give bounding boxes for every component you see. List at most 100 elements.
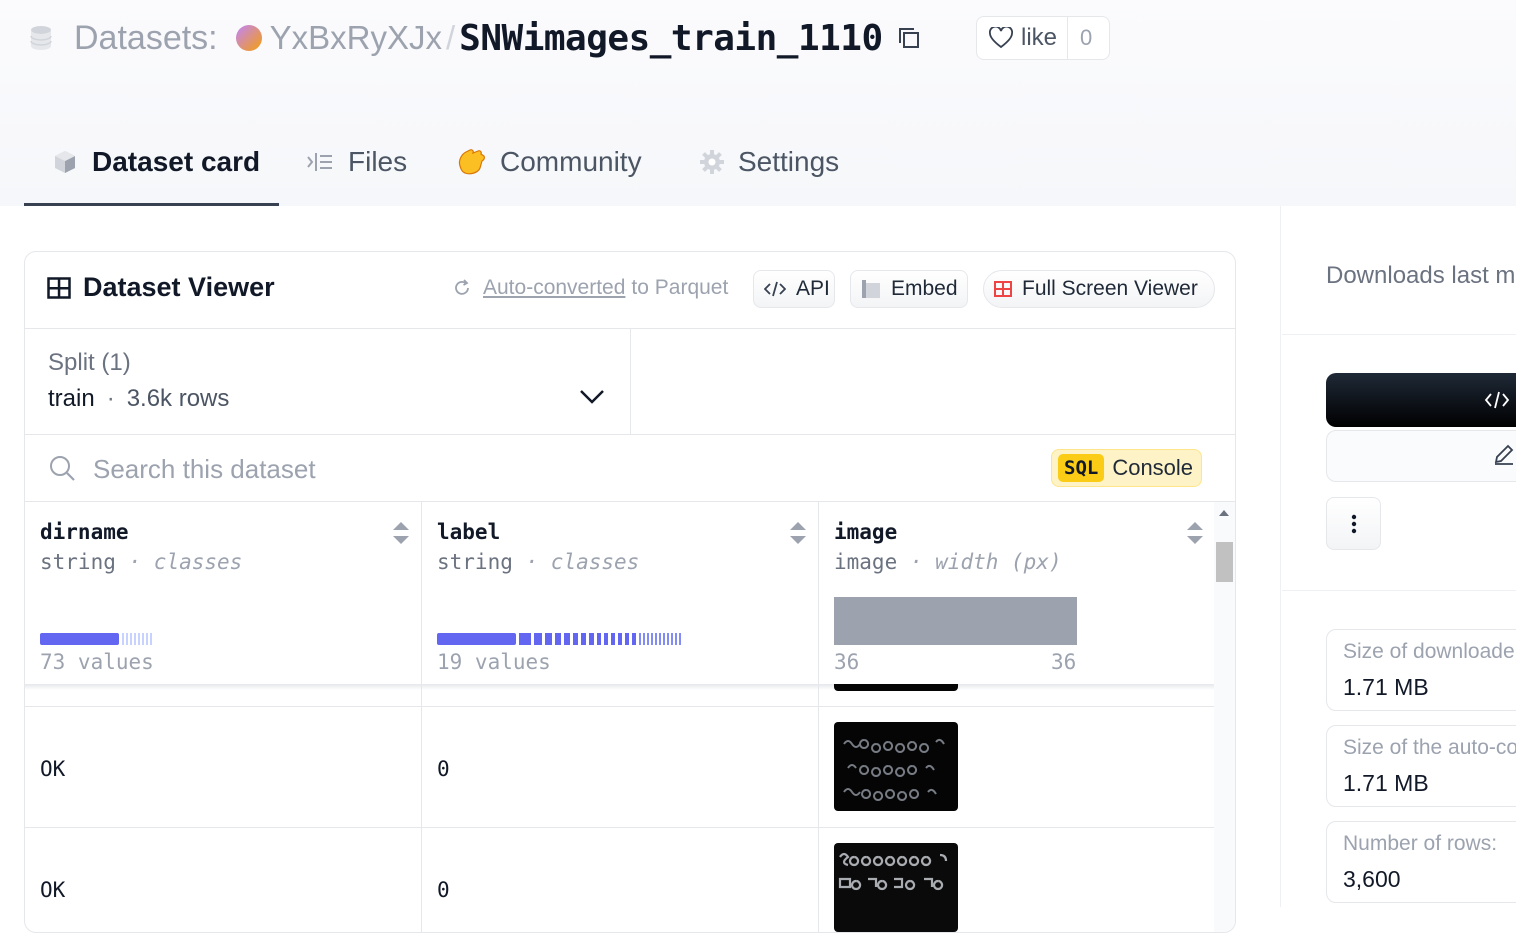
cell-dirname: OK <box>40 757 66 781</box>
sort-icon[interactable] <box>1185 520 1205 546</box>
stat-label: Size of the auto-co <box>1343 736 1516 759</box>
like-count: 0 <box>1080 25 1093 50</box>
column-header-dirname[interactable]: dirname string · classes 73 values <box>25 502 421 684</box>
column-name: image <box>834 520 898 544</box>
column-header-label[interactable]: label string · classes 19 values <box>422 502 818 684</box>
embed-icon <box>862 280 880 298</box>
image-thumbnail[interactable] <box>834 843 958 932</box>
auto-converted-link[interactable]: Auto-converted <box>483 276 625 300</box>
breadcrumb-org[interactable]: YxBxRyXJx <box>270 19 442 57</box>
heart-icon <box>989 27 1013 49</box>
sql-console-label: Console <box>1112 455 1194 480</box>
stat-value: 1.71 MB <box>1343 770 1429 796</box>
sidebar-rule <box>1282 590 1516 591</box>
histogram-dirname[interactable] <box>40 632 160 646</box>
stat-card-parquet-size: Size of the auto-co 1.71 MB <box>1326 725 1516 807</box>
database-icon <box>30 26 52 50</box>
stat-label: Size of downloade <box>1343 640 1515 663</box>
cell-label: 0 <box>437 757 450 781</box>
sql-tag: SQL <box>1058 454 1105 482</box>
refresh-icon <box>455 279 469 295</box>
org-avatar[interactable] <box>235 25 262 51</box>
cube-icon <box>55 151 75 173</box>
tab-label: Community <box>500 146 642 177</box>
copy-icon[interactable] <box>897 26 921 50</box>
embed-button[interactable]: Embed <box>850 270 968 308</box>
search-input[interactable] <box>91 449 695 489</box>
downloads-label: Downloads last m <box>1326 262 1516 289</box>
column-max: 36 <box>1051 650 1077 674</box>
scroll-up-icon[interactable] <box>1218 508 1230 518</box>
sql-console-button[interactable]: SQL Console <box>1051 449 1203 487</box>
column-type: image · width (px) <box>834 550 1062 574</box>
tab-label: Dataset card <box>92 146 261 177</box>
stat-card-row-count: Number of rows: 3,600 <box>1326 821 1516 903</box>
column-type: string · classes <box>437 550 640 574</box>
image-thumbnail[interactable] <box>834 722 958 811</box>
split-row-count: 3.6k rows <box>126 385 230 412</box>
auto-converted-note: Auto-converted to Parquet <box>453 276 728 300</box>
viewer-title-text: Dataset Viewer <box>83 272 275 302</box>
column-header-image[interactable]: image image · width (px) 36 36 <box>819 502 1214 684</box>
use-dataset-button[interactable] <box>1326 373 1516 427</box>
column-name: dirname <box>40 520 129 544</box>
breadcrumb-separator: / <box>446 19 456 56</box>
column-type: string · classes <box>40 550 243 574</box>
gear-icon <box>700 150 724 174</box>
edit-dataset-card-button[interactable] <box>1326 430 1516 482</box>
auto-converted-text: to Parquet <box>631 276 729 299</box>
tab-label: Files <box>348 146 408 177</box>
column-stat: 73 values <box>40 650 154 674</box>
api-button[interactable]: API <box>753 270 835 308</box>
like-label: like <box>1021 24 1058 51</box>
scrollbar-thumb[interactable] <box>1216 542 1233 582</box>
partial-image-thumbnail <box>834 684 958 691</box>
api-label: API <box>796 277 830 300</box>
histogram-image-width[interactable] <box>834 597 1077 645</box>
stat-value: 3,600 <box>1343 866 1401 892</box>
tab-dataset-card[interactable]: Dataset card <box>52 140 260 184</box>
like-button[interactable]: like 0 <box>976 16 1110 60</box>
more-options-button[interactable] <box>1326 497 1381 550</box>
breadcrumb: Datasets: YxBxRyXJx / SNWimages_train_11… <box>30 12 921 64</box>
histogram-label[interactable] <box>437 632 687 646</box>
split-right-area <box>631 329 1235 435</box>
sidebar-divider <box>1280 206 1281 907</box>
cell-dirname: OK <box>40 878 66 902</box>
table-row[interactable]: OK 0 <box>25 707 1214 827</box>
search-bar: SQL Console <box>25 435 1235 502</box>
split-name: train <box>48 385 95 412</box>
tab-settings[interactable]: Settings <box>700 140 839 184</box>
split-label: Split (1) <box>48 349 131 376</box>
dataset-name[interactable]: SNWimages_train_1110 <box>459 18 883 59</box>
sort-icon[interactable] <box>788 520 808 546</box>
split-value: train · 3.6k rows <box>48 385 229 413</box>
cell-label: 0 <box>437 878 450 902</box>
split-dot: · <box>106 385 115 412</box>
stat-value: 1.71 MB <box>1343 674 1429 700</box>
files-icon <box>307 153 332 171</box>
header-shadow <box>25 684 1214 690</box>
table-icon <box>47 276 71 299</box>
active-tab-indicator <box>24 203 279 206</box>
sidebar-rule <box>1282 334 1516 335</box>
split-selector[interactable]: Split (1) train · 3.6k rows <box>25 329 631 435</box>
clapping-hands-icon <box>458 149 485 175</box>
stat-card-download-size: Size of downloade 1.71 MB <box>1326 629 1516 711</box>
full-screen-viewer-button[interactable]: Full Screen Viewer <box>983 270 1215 308</box>
table-row[interactable]: OK 0 <box>25 828 1214 932</box>
stat-label: Number of rows: <box>1343 832 1498 855</box>
tab-label: Settings <box>738 146 840 177</box>
code-icon <box>1484 391 1510 409</box>
code-icon <box>764 281 786 297</box>
breadcrumb-section[interactable]: Datasets: <box>74 19 218 58</box>
column-stat: 19 values <box>437 650 551 674</box>
column-name: label <box>437 520 501 544</box>
tab-files[interactable]: Files <box>306 140 407 184</box>
tab-community[interactable]: Community <box>456 140 642 184</box>
search-icon <box>50 456 75 481</box>
dataset-viewer: Dataset Viewer Auto-converted to Parquet… <box>24 251 1236 933</box>
chevron-down-icon <box>580 390 604 404</box>
column-min: 36 <box>834 650 860 674</box>
sort-icon[interactable] <box>391 520 411 546</box>
